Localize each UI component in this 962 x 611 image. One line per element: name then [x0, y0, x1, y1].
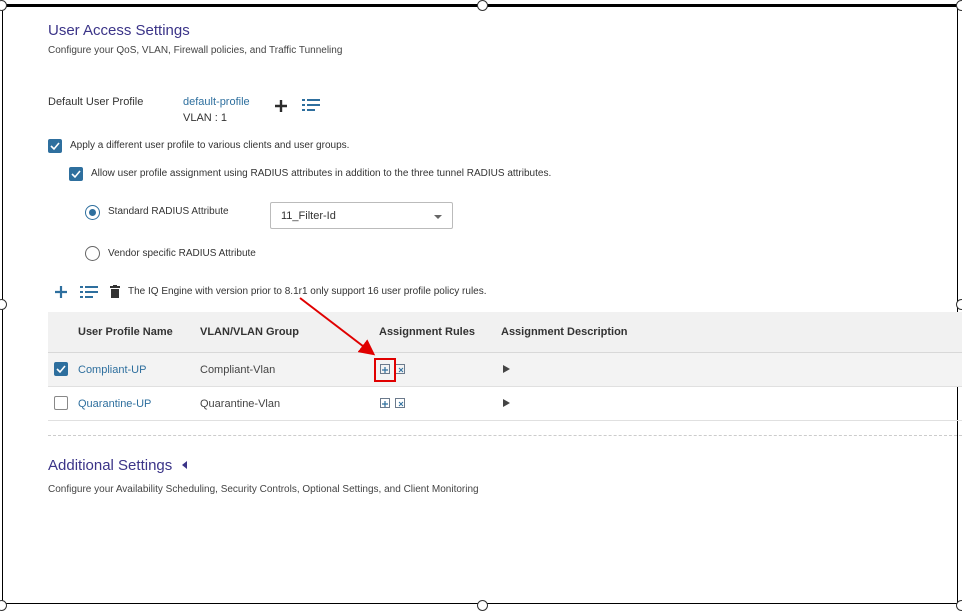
list-select-icon[interactable] — [80, 285, 98, 299]
window-frame — [2, 4, 958, 604]
table-row[interactable]: Compliant-UP Compliant-Vlan — [48, 353, 962, 387]
edit-rule-icon[interactable] — [395, 364, 406, 375]
section-title-additional[interactable]: Additional Settings — [48, 457, 188, 474]
expand-icon[interactable] — [503, 399, 510, 407]
profile-name-link[interactable]: Quarantine-UP — [78, 398, 151, 410]
row-checkbox[interactable] — [54, 362, 68, 376]
plus-icon[interactable] — [54, 285, 68, 299]
standard-radius-radio[interactable] — [85, 205, 100, 220]
vlan-value: Compliant-Vlan — [200, 364, 276, 376]
default-profile-link[interactable]: default-profile — [183, 96, 250, 108]
row-checkbox[interactable] — [54, 396, 68, 410]
section-subtitle-additional: Configure your Availability Scheduling, … — [48, 484, 479, 495]
vendor-radius-label: Vendor specific RADIUS Attribute — [108, 248, 256, 259]
vlan-value: Quarantine-Vlan — [200, 398, 281, 410]
table-row[interactable]: Quarantine-UP Quarantine-Vlan — [48, 387, 962, 421]
additional-settings-title[interactable]: Additional Settings — [48, 457, 172, 474]
chevron-down-icon — [434, 215, 442, 219]
resize-handle-top-right[interactable] — [956, 0, 962, 11]
section-subtitle-user-access: Configure your QoS, VLAN, Firewall polic… — [48, 45, 343, 56]
section-divider — [48, 435, 962, 436]
column-header-assignment-rules[interactable]: Assignment Rules — [379, 326, 475, 338]
radius-attribute-value: 11_Filter-Id — [281, 210, 336, 222]
radius-attribute-select[interactable]: 11_Filter-Id — [270, 202, 453, 229]
column-header-assignment-description[interactable]: Assignment Description — [501, 326, 628, 338]
apply-diff-profile-label: Apply a different user profile to variou… — [70, 140, 350, 151]
trash-icon[interactable] — [110, 285, 120, 298]
resize-handle-bottom-left[interactable] — [0, 600, 7, 611]
section-title-user-access: User Access Settings — [48, 22, 190, 39]
add-rule-icon[interactable] — [380, 398, 391, 409]
annotation-highlight-box — [374, 358, 396, 382]
edit-rule-icon[interactable] — [395, 398, 406, 409]
resize-handle-bottom-right[interactable] — [956, 600, 962, 611]
default-profile-label: Default User Profile — [48, 96, 144, 108]
collapse-icon[interactable] — [180, 460, 188, 470]
column-header-vlan[interactable]: VLAN/VLAN Group — [200, 326, 299, 338]
resize-handle-top[interactable] — [477, 0, 488, 11]
check-icon — [50, 142, 60, 151]
annotation-arrow — [299, 297, 376, 356]
check-icon — [71, 170, 81, 179]
expand-icon[interactable] — [503, 365, 510, 373]
vendor-radius-radio[interactable] — [85, 246, 100, 261]
profile-name-link[interactable]: Compliant-UP — [78, 364, 146, 376]
check-icon — [56, 365, 66, 374]
column-header-profile-name[interactable]: User Profile Name — [78, 326, 173, 338]
default-profile-vlan: VLAN : 1 — [183, 112, 228, 124]
apply-diff-profile-checkbox[interactable] — [48, 139, 62, 153]
resize-handle-right[interactable] — [956, 299, 962, 310]
allow-radius-checkbox[interactable] — [69, 167, 83, 181]
plus-icon[interactable] — [274, 99, 288, 113]
list-select-icon[interactable] — [302, 98, 320, 112]
resize-handle-bottom[interactable] — [477, 600, 488, 611]
standard-radius-label: Standard RADIUS Attribute — [108, 206, 229, 217]
table-header: User Profile Name VLAN/VLAN Group Assign… — [48, 312, 962, 353]
allow-radius-label: Allow user profile assignment using RADI… — [91, 168, 552, 179]
